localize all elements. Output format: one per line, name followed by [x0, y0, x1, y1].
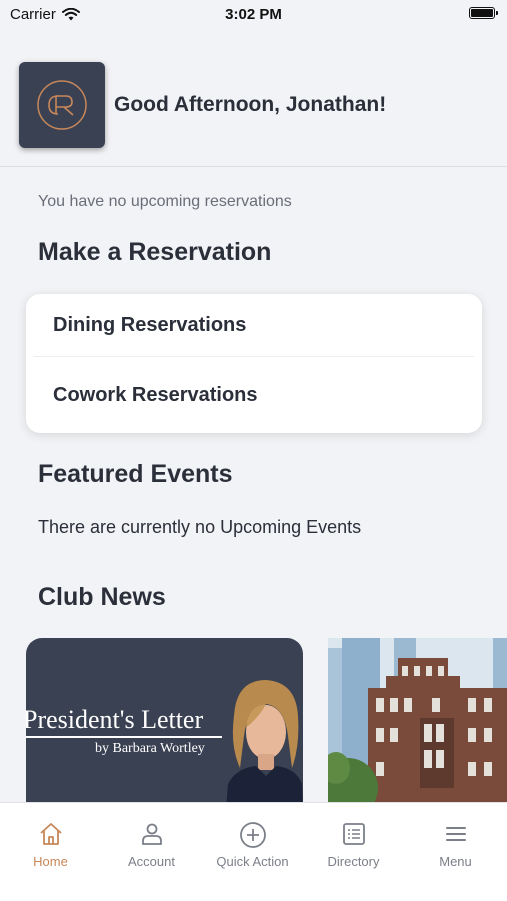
tab-account[interactable]: Account — [101, 803, 202, 873]
tab-quick-action[interactable]: Quick Action — [202, 803, 303, 873]
tab-quick-action-label: Quick Action — [216, 854, 289, 869]
tab-directory-label: Directory — [327, 854, 380, 869]
make-reservation-heading: Make a Reservation — [38, 238, 272, 266]
tab-account-label: Account — [128, 854, 175, 869]
news-card-byline: by Barbara Wortley — [95, 741, 205, 756]
featured-events-heading: Featured Events — [38, 460, 233, 488]
tab-bar: Home Account Quick Action Directory Menu — [0, 802, 507, 901]
no-events-message: There are currently no Upcoming Events — [38, 517, 362, 537]
news-card-building[interactable] — [328, 638, 507, 808]
tab-directory[interactable]: Directory — [303, 803, 404, 873]
news-card-headline: President's Letter — [26, 705, 204, 734]
club-logo[interactable] — [19, 62, 105, 148]
reservation-options-card: Dining Reservations Cowork Reservations — [26, 294, 482, 433]
club-monogram-icon — [37, 80, 87, 130]
news-card-presidents-letter[interactable]: President's Letter by Barbara Wortley — [26, 638, 303, 808]
account-icon — [141, 823, 162, 845]
author-portrait-image — [226, 680, 303, 808]
tab-home-label: Home — [33, 854, 68, 869]
cowork-reservations-button[interactable]: Cowork Reservations — [53, 384, 258, 407]
building-photo-image — [328, 638, 507, 808]
status-time: 3:02 PM — [225, 6, 282, 23]
no-reservations-message: You have no upcoming reservations — [38, 193, 292, 210]
home-icon — [39, 823, 62, 845]
greeting-text: Good Afternoon, Jonathan! — [114, 93, 387, 116]
tab-home[interactable]: Home — [0, 803, 101, 873]
club-news-heading: Club News — [38, 583, 166, 611]
directory-icon — [342, 823, 365, 845]
battery-icon — [469, 7, 498, 19]
header: Good Afternoon, Jonathan! — [0, 40, 507, 167]
tab-menu[interactable]: Menu — [405, 803, 506, 873]
plus-circle-icon — [239, 822, 266, 848]
tab-menu-label: Menu — [439, 854, 472, 869]
menu-icon — [445, 827, 466, 841]
divider — [34, 356, 474, 357]
dining-reservations-button[interactable]: Dining Reservations — [53, 314, 246, 337]
status-bar: Carrier 3:02 PM — [0, 0, 507, 30]
headline-rule — [26, 736, 222, 738]
